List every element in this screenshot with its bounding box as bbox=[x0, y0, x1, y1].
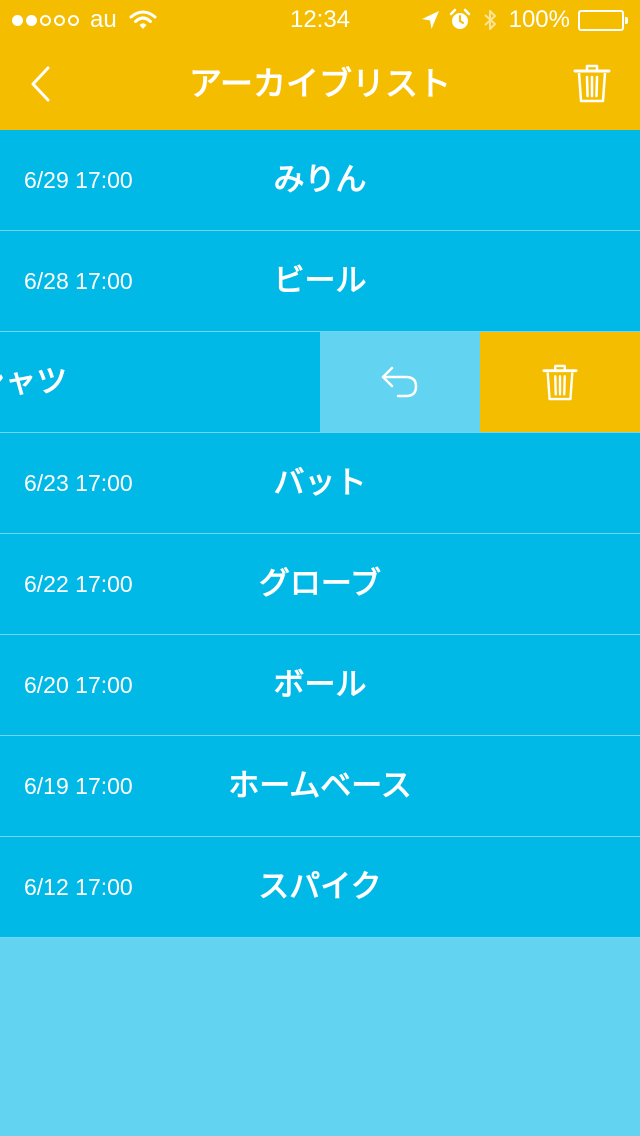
undo-icon bbox=[381, 366, 418, 398]
item-name: Tシャツ bbox=[0, 364, 68, 400]
list-item[interactable]: 6/23 17:00 バット bbox=[0, 433, 640, 534]
item-date: 6/28 17:00 bbox=[24, 268, 133, 294]
item-date: 6/22 17:00 bbox=[24, 571, 133, 597]
list-item[interactable]: 6/19 17:00 ホームベース bbox=[0, 736, 640, 837]
item-date: 6/12 17:00 bbox=[24, 874, 133, 900]
list-item[interactable]: 6/28 17:00 ビール bbox=[0, 231, 640, 332]
item-name: バット bbox=[273, 465, 367, 501]
back-button[interactable] bbox=[22, 62, 58, 106]
delete-all-button[interactable] bbox=[570, 62, 614, 106]
list-item[interactable]: 6/12 17:00 スパイク bbox=[0, 837, 640, 938]
restore-button[interactable] bbox=[320, 332, 480, 432]
item-date: 6/20 17:00 bbox=[24, 672, 133, 698]
status-right: 100% bbox=[419, 6, 628, 33]
list-item[interactable]: 6/29 17:00 みりん bbox=[0, 130, 640, 231]
item-name: スパイク bbox=[258, 869, 382, 905]
location-arrow-icon bbox=[421, 11, 439, 29]
list-item[interactable]: 6/22 17:00 グローブ bbox=[0, 534, 640, 635]
alarm-icon bbox=[449, 8, 470, 29]
chevron-left-icon bbox=[31, 66, 50, 102]
trash-icon bbox=[542, 364, 578, 400]
item-name: みりん bbox=[273, 162, 367, 198]
battery-icon bbox=[578, 9, 628, 31]
delete-button[interactable] bbox=[480, 332, 640, 432]
battery-percentage: 100% bbox=[508, 6, 570, 33]
item-date: 6/29 17:00 bbox=[24, 167, 133, 193]
archive-list: 6/29 17:00 みりん 6/28 17:00 ビール Tシャツ 6/23 … bbox=[0, 130, 640, 938]
list-item[interactable]: 6/20 17:00 ボール bbox=[0, 635, 640, 736]
item-name: ビール bbox=[273, 263, 367, 299]
list-item-swiped[interactable]: Tシャツ bbox=[0, 332, 640, 433]
item-name: ボール bbox=[273, 667, 367, 703]
item-name: ホームベース bbox=[228, 768, 412, 804]
item-name: グローブ bbox=[258, 566, 382, 602]
item-date: 6/19 17:00 bbox=[24, 773, 133, 799]
item-date: 6/23 17:00 bbox=[24, 470, 133, 496]
page-title: アーカイブリスト bbox=[188, 64, 452, 103]
trash-icon bbox=[573, 64, 611, 103]
status-bar: au 12:34 100% bbox=[0, 0, 640, 40]
bluetooth-icon bbox=[483, 10, 496, 30]
navigation-bar: アーカイブリスト bbox=[0, 40, 640, 130]
